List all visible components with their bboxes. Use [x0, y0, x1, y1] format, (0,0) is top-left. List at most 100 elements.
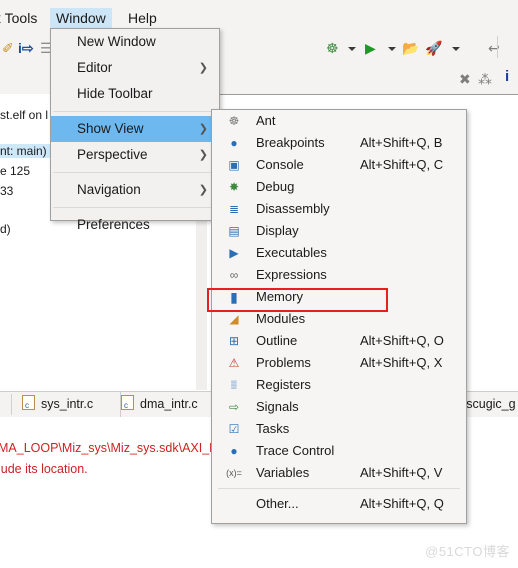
show-view-item-variables[interactable]: (x)= Variables Alt+Shift+Q, V — [212, 462, 466, 484]
tasks-icon: ☑ — [228, 422, 240, 436]
open-folder-icon[interactable]: 📂 — [402, 39, 419, 57]
problems-icon: ⚠ — [228, 356, 240, 370]
profile-rocket-icon[interactable]: 🚀 — [425, 39, 442, 57]
c-file-icon — [121, 393, 134, 418]
executables-icon: ▶ — [229, 246, 239, 260]
show-view-item-accel: Alt+Shift+Q, O — [360, 333, 444, 348]
show-view-item-label: Disassembly — [256, 201, 330, 216]
show-view-item-accel: Alt+Shift+Q, X — [360, 355, 443, 370]
chevron-right-icon: ❯ — [198, 184, 208, 196]
ant-icon: ☸ — [228, 114, 240, 128]
menu-item-label: Hide Toolbar — [77, 86, 153, 101]
editor-tab-xscugic[interactable]: xscugic_g — [460, 392, 518, 417]
show-view-item-label: Other... — [256, 496, 299, 511]
show-view-item-accel: Alt+Shift+Q, B — [360, 135, 443, 150]
show-view-item-display[interactable]: ▤ Display — [212, 220, 466, 242]
show-view-item-ant[interactable]: ☸ Ant — [212, 110, 466, 132]
show-view-item-debug[interactable]: ✸ Debug — [212, 176, 466, 198]
menu-item-hide-toolbar[interactable]: Hide Toolbar — [51, 81, 219, 107]
menu-separator — [53, 172, 217, 173]
menu-item-editor[interactable]: Editor ❯ — [51, 55, 219, 81]
editor-tab-dma-intr[interactable]: dma_intr.c — [121, 392, 220, 418]
show-view-item-label: Modules — [256, 311, 306, 326]
show-view-item-accel: Alt+Shift+Q, C — [360, 157, 444, 172]
menu-item-show-view[interactable]: Show View ❯ — [51, 116, 219, 142]
show-view-item-tasks[interactable]: ☑ Tasks — [212, 418, 466, 440]
debug-tree-row[interactable]: d) — [0, 222, 11, 236]
show-view-item-label: Debug — [256, 179, 295, 194]
show-view-item-accel: Alt+Shift+Q, V — [360, 465, 443, 480]
error-message-path: MA_LOOP\Miz_sys\Miz_sys.sdk\AXI_D — [0, 441, 219, 455]
menu-item-new-window[interactable]: New Window — [51, 29, 219, 55]
debug-dropdown-caret[interactable] — [348, 47, 356, 51]
menubar-item-help[interactable]: Help — [122, 8, 163, 28]
show-view-item-modules[interactable]: ◢ Modules — [212, 308, 466, 330]
menu-item-label: Perspective — [77, 147, 148, 162]
menu-item-label: New Window — [77, 34, 156, 49]
show-view-item-label: Trace Control — [256, 443, 335, 458]
c-file-icon — [22, 393, 35, 418]
modules-icon: ◢ — [229, 312, 239, 326]
menu-item-preferences[interactable]: Preferences — [51, 212, 219, 238]
show-view-item-memory[interactable]: ▮ Memory — [212, 286, 466, 308]
debug-bug-icon[interactable]: ☸ — [326, 39, 339, 57]
build-clean-icon[interactable]: ✖ — [459, 70, 471, 88]
show-view-item-signals[interactable]: ⇨ Signals — [212, 396, 466, 418]
run-dropdown-caret[interactable] — [388, 47, 396, 51]
window-dropdown-menu[interactable]: New Window Editor ❯ Hide Toolbar Show Vi… — [50, 28, 220, 232]
debug-tree-row-selected[interactable]: nt: main) — [0, 144, 52, 158]
profile-dropdown-caret[interactable] — [452, 47, 460, 51]
toolbar-divider — [497, 36, 498, 58]
debug-tree-row[interactable]: 33 — [0, 184, 13, 198]
menu-item-perspective[interactable]: Perspective ❯ — [51, 142, 219, 168]
menu-item-label: Editor — [77, 60, 113, 75]
show-view-item-label: Executables — [256, 245, 327, 260]
expressions-icon: ∞ — [229, 268, 239, 282]
menu-item-label: Show View — [77, 121, 144, 136]
show-view-item-breakpoints[interactable]: ● Breakpoints Alt+Shift+Q, B — [212, 132, 466, 154]
debug-tree-row[interactable]: st.elf on l — [0, 108, 48, 122]
trace-control-icon: ● — [230, 444, 238, 458]
debug-tree-row[interactable]: e 125 — [0, 164, 30, 178]
show-view-submenu[interactable]: ☸ Ant ● Breakpoints Alt+Shift+Q, B ▣ Con… — [211, 109, 467, 524]
info-arrow-icon[interactable]: i⇨ — [18, 39, 34, 57]
run-icon[interactable]: ▶ — [365, 39, 376, 57]
watermark: @51CTO博客 — [425, 544, 510, 559]
show-view-item-outline[interactable]: ⊞ Outline Alt+Shift+Q, O — [212, 330, 466, 352]
menubar-item-window[interactable]: Window — [50, 8, 112, 28]
editor-tab-label: xscugic_g — [460, 397, 516, 411]
show-view-item-expressions[interactable]: ∞ Expressions — [212, 264, 466, 286]
show-view-item-disassembly[interactable]: ≣ Disassembly — [212, 198, 466, 220]
show-view-item-executables[interactable]: ▶ Executables — [212, 242, 466, 264]
show-view-item-registers[interactable]: ▒ Registers — [212, 374, 466, 396]
menu-separator — [53, 207, 217, 208]
app-window: x Tools Window Help ✐ i⇨ ☰ ☸ ▶ 📂 🚀 ↩ ✖ ⁂… — [0, 0, 518, 568]
signals-icon: ⇨ — [228, 400, 240, 414]
menubar-item-tools[interactable]: x Tools — [0, 8, 43, 28]
show-view-item-label: Breakpoints — [256, 135, 325, 150]
tab-strip-divider — [11, 394, 12, 415]
menu-item-navigation[interactable]: Navigation ❯ — [51, 177, 219, 203]
show-view-item-label: Ant — [256, 113, 276, 128]
breakpoints-icon: ● — [230, 136, 238, 150]
show-view-item-other[interactable]: Other... Alt+Shift+Q, Q — [212, 493, 466, 515]
chevron-right-icon: ❯ — [198, 62, 208, 74]
menu-item-label: Preferences — [77, 217, 150, 232]
outline-icon: ⊞ — [228, 334, 240, 348]
show-view-item-console[interactable]: ▣ Console Alt+Shift+Q, C — [212, 154, 466, 176]
editor-tab-sys-intr[interactable]: sys_intr.c — [22, 392, 121, 418]
debug-icon: ✸ — [228, 180, 240, 194]
chevron-right-icon: ❯ — [198, 149, 208, 161]
menu-separator — [53, 111, 217, 112]
annotation-icon[interactable]: ✐ — [2, 39, 14, 57]
build-all-icon[interactable]: ⁂ — [478, 70, 492, 88]
show-view-item-trace-control[interactable]: ● Trace Control — [212, 440, 466, 462]
menu-item-label: Navigation — [77, 182, 141, 197]
chevron-right-icon: ❯ — [198, 123, 208, 135]
show-view-item-label: Variables — [256, 465, 310, 480]
registers-icon: ▒ — [231, 380, 237, 389]
show-view-item-problems[interactable]: ⚠ Problems Alt+Shift+Q, X — [212, 352, 466, 374]
info-icon[interactable]: i — [505, 68, 509, 86]
display-icon: ▤ — [228, 224, 240, 238]
debug-tree-pane: st.elf on l nt: main) e 125 33 d) — [0, 94, 52, 394]
